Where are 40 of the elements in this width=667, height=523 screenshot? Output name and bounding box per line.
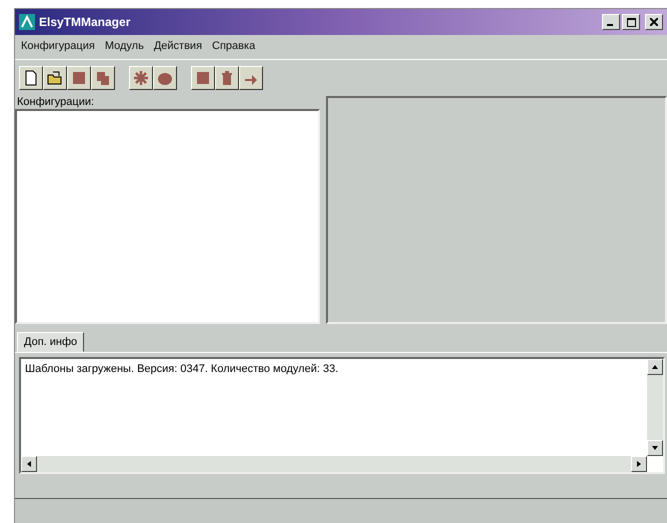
open-folder-icon <box>47 70 63 86</box>
toolbar-button[interactable] <box>191 66 215 90</box>
right-arrow-icon <box>637 461 641 467</box>
maximize-icon <box>626 18 636 26</box>
toolbar-button[interactable] <box>19 66 43 90</box>
star-icon <box>133 70 149 86</box>
toolbar-button[interactable] <box>153 66 177 90</box>
menu-item[interactable]: Конфигурация <box>21 40 95 54</box>
maximize-button[interactable] <box>622 14 640 30</box>
app-icon <box>19 14 35 30</box>
scroll-right-button[interactable] <box>631 456 647 472</box>
vertical-scrollbar[interactable] <box>647 359 663 456</box>
down-arrow-icon <box>652 446 658 450</box>
toolbar-button[interactable] <box>129 66 153 90</box>
menu-item[interactable]: Действия <box>154 40 202 54</box>
toolbar-button[interactable] <box>91 66 115 90</box>
toolbar-button[interactable] <box>43 66 67 90</box>
new-file-icon <box>23 70 39 86</box>
trash-icon <box>219 70 235 86</box>
up-arrow-icon <box>652 365 658 369</box>
window-title: ElsyTMManager <box>39 15 132 29</box>
close-button[interactable] <box>645 14 663 30</box>
toolbar-button[interactable] <box>239 66 263 90</box>
square-icon <box>71 70 87 86</box>
toolbar-button[interactable] <box>67 66 91 90</box>
scroll-up-button[interactable] <box>647 359 663 375</box>
left-arrow-icon <box>27 461 31 467</box>
scroll-down-button[interactable] <box>647 440 663 456</box>
scroll-left-button[interactable] <box>21 456 37 472</box>
copy-icon <box>95 70 111 86</box>
panel-label: Конфигурации: <box>16 96 96 109</box>
toolbar-button[interactable] <box>215 66 239 90</box>
horizontal-scrollbar[interactable] <box>21 456 647 472</box>
blob-icon <box>157 70 173 86</box>
close-icon <box>650 18 658 26</box>
menu-item[interactable]: Модуль <box>104 40 144 54</box>
tab[interactable]: Доп. инфо <box>17 332 84 352</box>
log-text: Шаблоны загружены. Версия: 0347. Количество модулей: 33. <box>24 362 340 377</box>
menu-item[interactable]: Справка <box>212 40 256 54</box>
minimize-button[interactable] <box>602 14 620 30</box>
